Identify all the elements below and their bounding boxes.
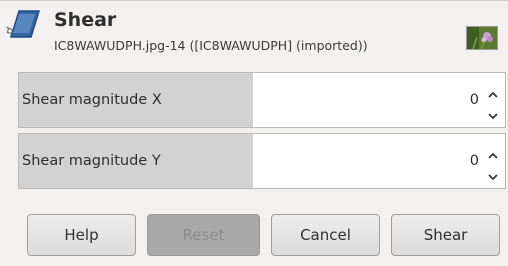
chevron-down-icon[interactable] — [487, 106, 499, 120]
spin-arrows — [483, 134, 503, 188]
shear-dialog: Shear IC8WAWUDPH.jpg-14 ([IC8WAWUDPH] (i… — [0, 0, 508, 266]
chevron-down-icon[interactable] — [487, 167, 499, 181]
shear-magnitude-y-spinner[interactable]: Shear magnitude Y 0 — [18, 133, 506, 189]
cancel-button[interactable]: Cancel — [271, 214, 380, 256]
dialog-header: Shear IC8WAWUDPH.jpg-14 ([IC8WAWUDPH] (i… — [0, 1, 508, 65]
chevron-up-icon[interactable] — [487, 85, 499, 98]
chevron-up-icon[interactable] — [487, 146, 499, 159]
image-name: IC8WAWUDPH.jpg-14 ([IC8WAWUDPH] (importe… — [54, 38, 368, 53]
shear-magnitude-x-spinner[interactable]: Shear magnitude X 0 — [18, 72, 506, 128]
dialog-title: Shear — [54, 9, 117, 31]
spinner-label-area: Shear magnitude X — [19, 73, 253, 127]
shear-magnitude-y-value[interactable]: 0 — [470, 134, 479, 188]
shear-button[interactable]: Shear — [391, 214, 500, 256]
reset-button[interactable]: Reset — [147, 214, 260, 256]
shear-magnitude-y-label: Shear magnitude Y — [22, 153, 161, 169]
spin-arrows — [483, 73, 503, 127]
help-button[interactable]: Help — [27, 214, 136, 256]
shear-magnitude-x-label: Shear magnitude X — [22, 92, 162, 108]
spinner-label-area: Shear magnitude Y — [19, 134, 253, 188]
shear-tool-icon — [5, 7, 41, 41]
shear-magnitude-x-value[interactable]: 0 — [470, 73, 479, 127]
image-thumbnail — [466, 26, 498, 50]
